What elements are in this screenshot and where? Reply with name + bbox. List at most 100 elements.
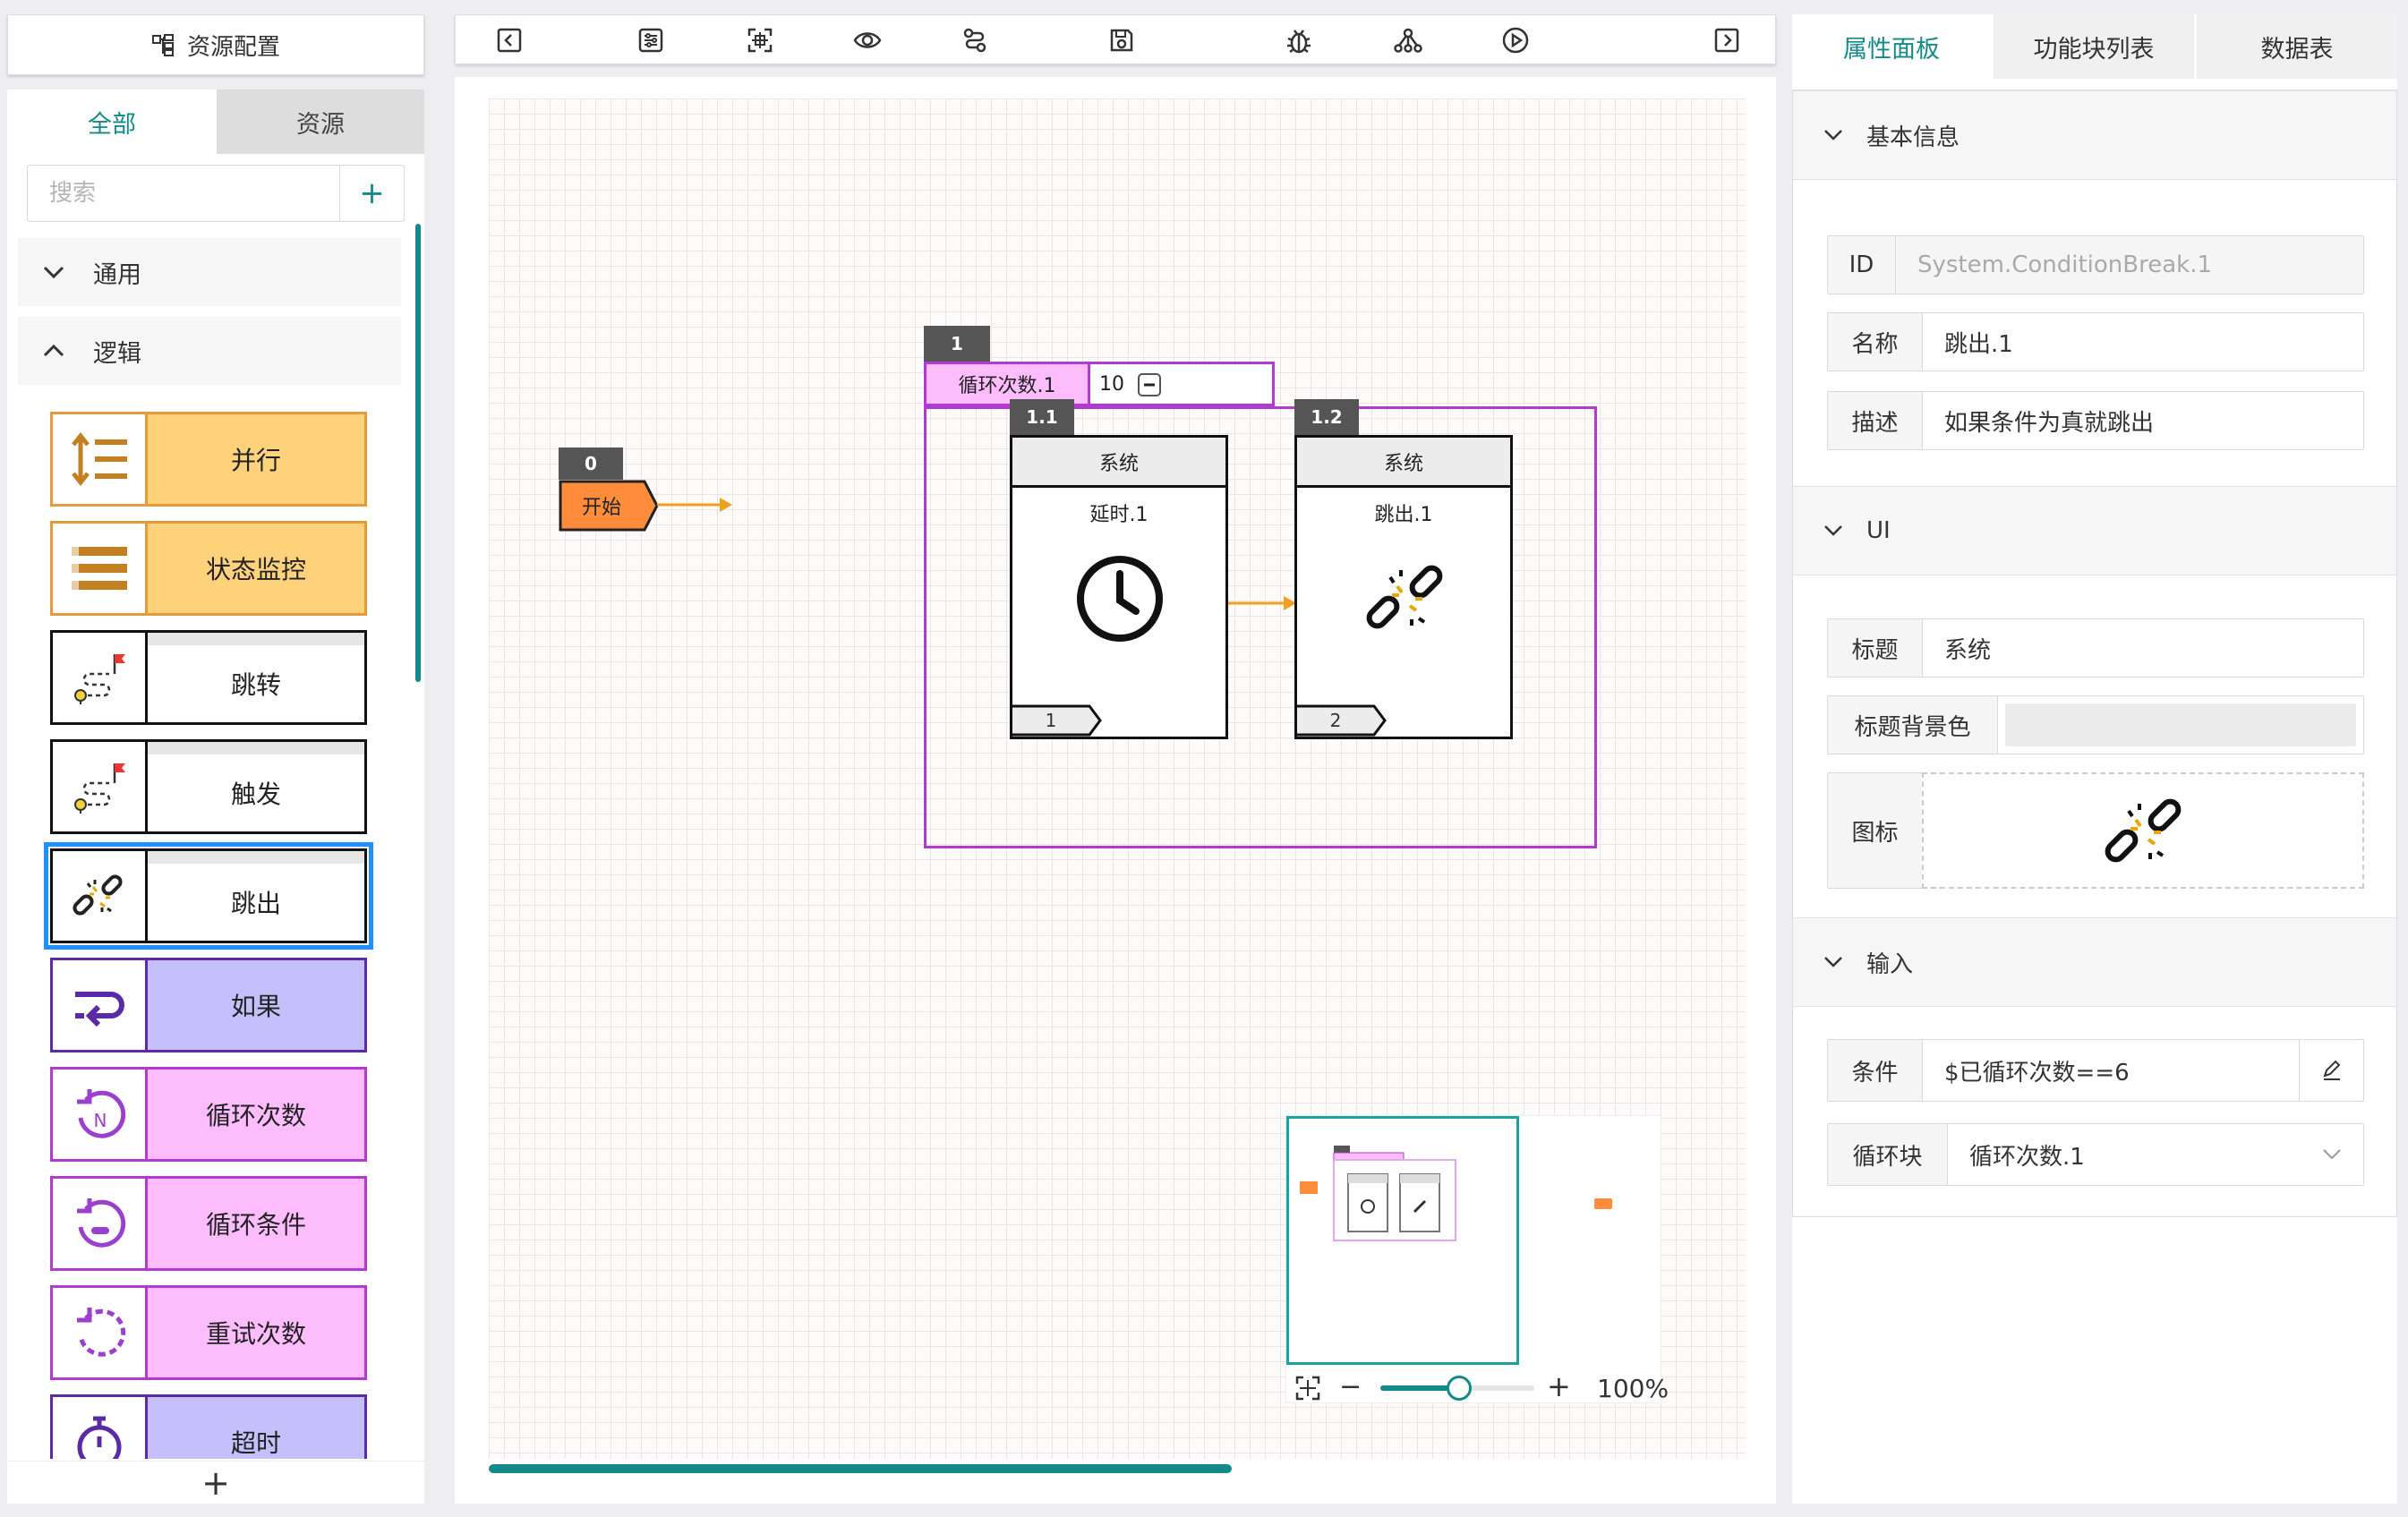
collapse-right-icon[interactable]: [1711, 24, 1743, 56]
zoom-out-icon[interactable]: −: [1339, 1374, 1362, 1401]
tab-data-table[interactable]: 数据表: [2194, 14, 2397, 79]
block-timeout[interactable]: 超时: [50, 1394, 367, 1459]
icon-upload-area[interactable]: [1922, 772, 2364, 889]
block-jump[interactable]: 跳转: [50, 630, 367, 725]
zoom-slider-track[interactable]: [1380, 1376, 1534, 1401]
loop-n-icon: N: [53, 1070, 148, 1159]
resource-panel: 资源配置 全部 资源 + 通用 逻辑 并行: [7, 14, 424, 1504]
save-icon[interactable]: [1106, 24, 1138, 56]
block-state-monitor[interactable]: 状态监控: [50, 521, 367, 616]
fit-view-icon[interactable]: [744, 24, 776, 56]
group-logic[interactable]: 逻辑: [18, 317, 401, 385]
loop-count-value[interactable]: 10: [1090, 362, 1275, 406]
start-node[interactable]: 开始: [559, 480, 659, 532]
list-lines-icon: [53, 524, 148, 613]
node-port-label: 1: [1045, 710, 1057, 731]
edit-pencil-icon[interactable]: [2299, 1040, 2363, 1101]
section-input[interactable]: 输入: [1793, 917, 2396, 1007]
zoom-level: 100%: [1597, 1373, 1669, 1403]
block-label: 并行: [230, 446, 281, 475]
block-loop-count[interactable]: N 循环次数: [50, 1067, 367, 1162]
retry-icon: [53, 1288, 148, 1377]
node-tag: 1.1: [1010, 399, 1074, 435]
canvas-horizontal-scrollbar[interactable]: [489, 1464, 1232, 1473]
eye-icon[interactable]: [851, 24, 884, 56]
tab-all[interactable]: 全部: [7, 89, 217, 154]
settings-sliders-icon[interactable]: [635, 24, 667, 56]
broken-chain-icon: [53, 851, 148, 941]
tab-resources[interactable]: 资源: [217, 89, 424, 154]
route-icon[interactable]: [959, 24, 991, 56]
broken-chain-icon: [1362, 554, 1447, 640]
section-title: UI: [1866, 517, 1891, 544]
network-icon[interactable]: [1392, 24, 1424, 56]
tab-block-list[interactable]: 功能块列表: [1991, 14, 2194, 79]
resource-config-header[interactable]: 资源配置: [7, 14, 424, 75]
zoom-slider-handle[interactable]: [1447, 1376, 1472, 1401]
field-label: 标题背景色: [1828, 696, 1998, 754]
block-if[interactable]: 如果: [50, 958, 367, 1053]
search-input[interactable]: [28, 166, 339, 221]
block-label: 重试次数: [205, 1319, 306, 1349]
play-icon[interactable]: [1499, 24, 1532, 56]
debug-bug-icon[interactable]: [1283, 24, 1315, 56]
group-general[interactable]: 通用: [18, 238, 401, 306]
add-resource-button[interactable]: +: [339, 166, 404, 221]
section-ui[interactable]: UI: [1793, 486, 2396, 575]
zoom-in-icon[interactable]: +: [1547, 1372, 1571, 1401]
collapse-minus-icon[interactable]: [1137, 372, 1162, 397]
chevron-down-icon: [27, 265, 81, 279]
loop-block-select[interactable]: 循环次数.1: [1948, 1124, 2363, 1185]
block-list: 并行 状态监控 跳转 触发 跳出 如果 N 循环次数 循环条件 重试次数 超时: [7, 412, 424, 1459]
loop-node-tag: 1: [924, 326, 990, 362]
chevron-up-icon: [27, 344, 81, 358]
node-port[interactable]: 2: [1297, 704, 1387, 737]
flow-canvas[interactable]: 0 开始 1 循环次数.1 10 1.1 系统 延时.1 1 1.2 系统 跳出…: [455, 77, 1776, 1504]
block-label: 跳出: [148, 851, 364, 941]
chevron-down-icon: [1823, 956, 1843, 968]
resource-config-title: 资源配置: [186, 33, 280, 61]
field-label: 条件: [1828, 1040, 1923, 1101]
start-node-tag: 0: [559, 447, 623, 480]
node-port-label: 2: [1329, 710, 1342, 731]
section-title: 输入: [1866, 950, 1914, 978]
resource-list-panel: 全部 资源 + 通用 逻辑 并行: [7, 89, 424, 1504]
title-bg-color-picker[interactable]: [1998, 696, 2363, 754]
tab-properties[interactable]: 属性面板: [1792, 14, 1991, 79]
condition-input[interactable]: $已循环次数==6: [1923, 1040, 2299, 1101]
connector-arrow: [657, 498, 732, 512]
node-break[interactable]: 系统 跳出.1 2: [1294, 435, 1513, 739]
fit-view-icon[interactable]: [1294, 1375, 1321, 1402]
block-label: 如果: [230, 992, 281, 1021]
section-basic-info[interactable]: 基本信息: [1793, 90, 2396, 180]
field-label: 描述: [1828, 392, 1923, 449]
node-port[interactable]: 1: [1012, 704, 1102, 737]
block-label: 状态监控: [205, 555, 306, 584]
field-label: 循环块: [1828, 1124, 1948, 1185]
title-input[interactable]: 系统: [1923, 619, 2363, 677]
route-flag-icon: [53, 742, 148, 831]
node-tag: 1.2: [1294, 399, 1359, 435]
block-label: 跳转: [148, 633, 364, 722]
loop-block-selected: 循环次数.1: [1969, 1143, 2085, 1171]
minimap-viewport[interactable]: [1286, 1116, 1519, 1365]
collapse-left-icon[interactable]: [493, 24, 525, 56]
name-input[interactable]: 跳出.1: [1923, 313, 2363, 371]
chevron-down-icon: [2322, 1148, 2342, 1161]
search-box: +: [27, 165, 405, 222]
add-block-button[interactable]: +: [7, 1461, 424, 1504]
chevron-down-icon: [1823, 129, 1843, 141]
plus-icon: +: [359, 175, 385, 211]
block-retry-count[interactable]: 重试次数: [50, 1285, 367, 1380]
clock-icon: [1075, 554, 1165, 643]
minimap[interactable]: [1285, 1115, 1661, 1403]
properties-sidebar: 属性面板 功能块列表 数据表 基本信息 ID System.ConditionB…: [1792, 14, 2397, 1504]
block-parallel[interactable]: 并行: [50, 412, 367, 507]
block-trigger[interactable]: 触发: [50, 739, 367, 834]
description-input[interactable]: 如果条件为真就跳出: [1923, 392, 2363, 449]
block-loop-condition[interactable]: 循环条件: [50, 1176, 367, 1271]
node-title: 延时.1: [1089, 504, 1148, 526]
svg-text:N: N: [93, 1110, 107, 1131]
block-break[interactable]: 跳出: [44, 842, 373, 950]
node-delay[interactable]: 系统 延时.1 1: [1010, 435, 1228, 739]
